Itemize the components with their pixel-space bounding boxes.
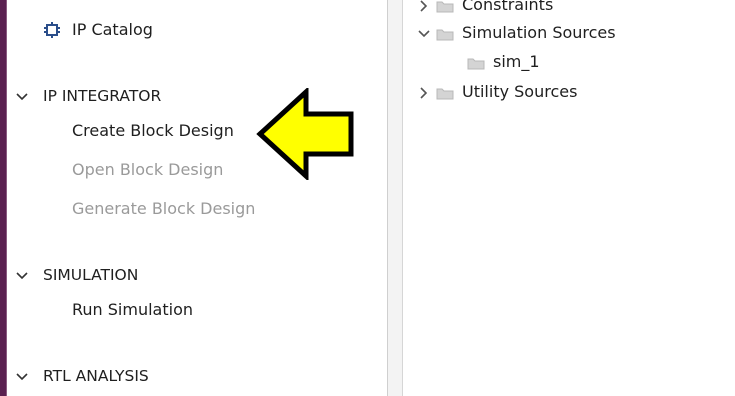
cutoff-item-top (47, 0, 217, 4)
sources-tree-panel: Constraints Simulation Sources sim_1 Uti… (403, 0, 735, 396)
tree-label-simulation-sources: Simulation Sources (462, 23, 616, 42)
flow-navigator-panel: IP Catalog IP INTEGRATOR Create Block De… (7, 0, 387, 396)
ip-catalog-icon (44, 22, 60, 38)
chevron-down-icon[interactable] (15, 370, 29, 384)
folder-icon (467, 58, 485, 70)
chevron-right-icon[interactable] (417, 86, 431, 100)
chevron-right-icon[interactable] (417, 0, 431, 13)
chevron-down-icon[interactable] (417, 27, 431, 41)
section-header-rtl-analysis: RTL ANALYSIS (43, 367, 149, 385)
generate-block-design-link[interactable]: Generate Block Design (72, 199, 255, 219)
section-header-ip-integrator: IP INTEGRATOR (43, 87, 162, 105)
run-simulation-link[interactable]: Run Simulation (72, 300, 193, 320)
annotation-arrow-icon (256, 88, 354, 180)
tree-label-utility-sources: Utility Sources (462, 82, 578, 101)
ip-catalog-label: IP Catalog (72, 20, 153, 39)
create-block-design-link[interactable]: Create Block Design (72, 121, 234, 141)
folder-icon (436, 88, 454, 100)
chevron-down-icon[interactable] (15, 269, 29, 283)
window-left-edge (0, 0, 7, 396)
open-block-design-link[interactable]: Open Block Design (72, 160, 223, 180)
panel-splitter[interactable] (388, 0, 402, 396)
chevron-down-icon[interactable] (15, 90, 29, 104)
section-header-simulation: SIMULATION (43, 266, 139, 284)
tree-label-constraints: Constraints (462, 0, 554, 14)
tree-label-sim-1: sim_1 (493, 52, 540, 71)
folder-open-icon (436, 29, 454, 41)
folder-icon (436, 1, 454, 13)
